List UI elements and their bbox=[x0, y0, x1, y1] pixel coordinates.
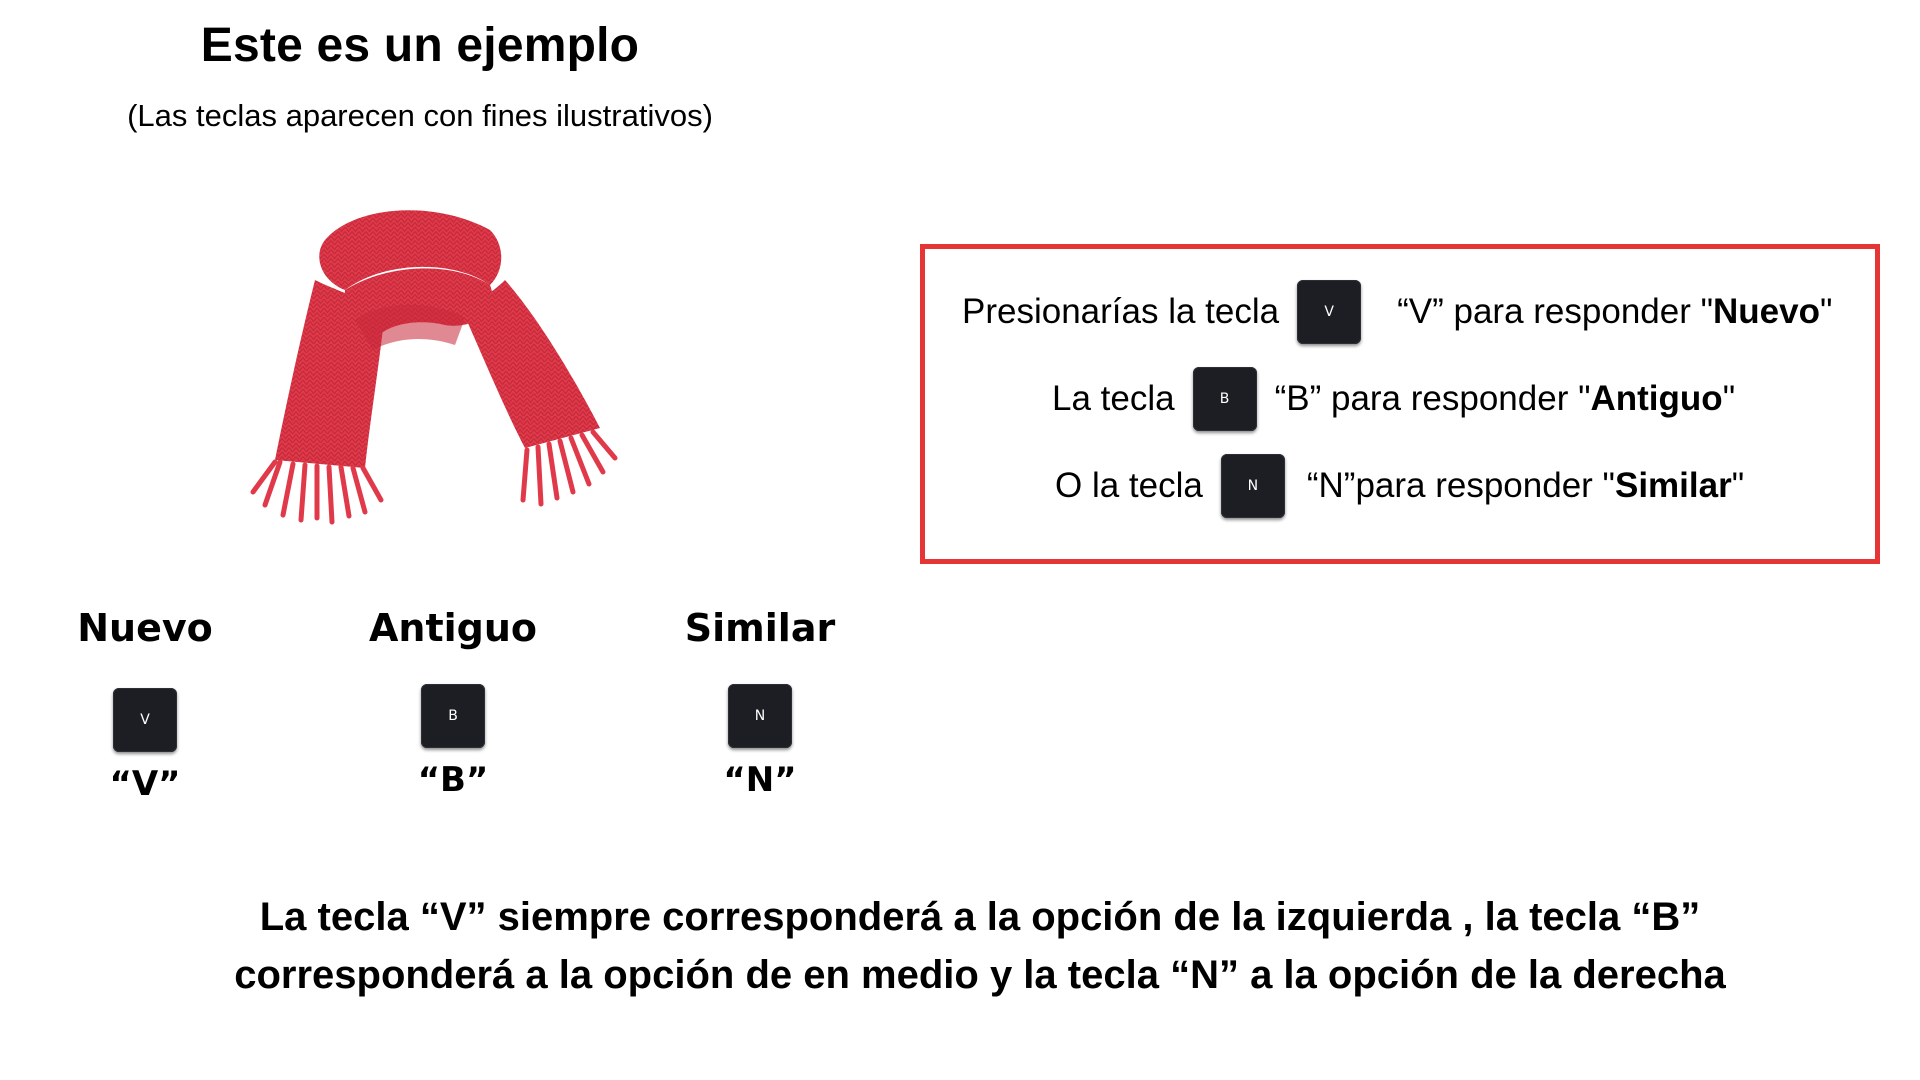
footer-explanation: La tecla “V” siempre corresponderá a la … bbox=[160, 888, 1800, 1004]
answer-label: Antiguo bbox=[1590, 379, 1723, 418]
footer-line: La tecla “V” siempre corresponderá a la … bbox=[259, 895, 1701, 939]
key-v-icon: V bbox=[1297, 280, 1362, 344]
instruction-text: “V” para responder " bbox=[1397, 292, 1714, 331]
instruction-text: “N”para responder " bbox=[1306, 466, 1615, 505]
footer-line: corresponderá a la opción de en medio y … bbox=[234, 953, 1726, 997]
instruction-text: " bbox=[1722, 379, 1736, 418]
key-n-icon: N bbox=[728, 684, 792, 748]
instruction-text: " bbox=[1731, 466, 1745, 505]
key-n-icon: N bbox=[1220, 454, 1285, 518]
instruction-text: Presionarías la tecla bbox=[962, 292, 1280, 331]
red-scarf-image bbox=[250, 210, 618, 525]
option-key-quote: “B” bbox=[417, 760, 489, 800]
instruction-text: " bbox=[1819, 292, 1833, 331]
option-nuevo: Nuevo V “V” bbox=[25, 606, 265, 804]
option-similar: Similar N “N” bbox=[640, 606, 880, 800]
instruction-text: La tecla bbox=[1052, 379, 1175, 418]
option-key-quote: “V” bbox=[109, 764, 181, 804]
option-label: Antiguo bbox=[368, 606, 537, 650]
option-key-quote: “N” bbox=[723, 760, 797, 800]
key-b-icon: B bbox=[1192, 367, 1257, 431]
instruction-text: “B” para responder " bbox=[1274, 379, 1591, 418]
answer-label: Similar bbox=[1614, 466, 1732, 505]
instruction-text: O la tecla bbox=[1055, 466, 1203, 505]
answer-label: Nuevo bbox=[1713, 292, 1820, 331]
page-title: Este es un ejemplo bbox=[200, 19, 640, 72]
instruction-row-b: La tecla B “B” para responder " Antiguo " bbox=[1052, 367, 1735, 431]
instruction-row-n: O la tecla N “N”para responder " Similar " bbox=[1055, 454, 1744, 518]
instruction-row-v: Presionarías la tecla V “V” para respond… bbox=[962, 280, 1832, 344]
key-b-icon: B bbox=[421, 684, 485, 748]
option-label: Similar bbox=[684, 606, 836, 650]
page-subtitle: (Las teclas aparecen con fines ilustrati… bbox=[127, 98, 713, 133]
key-v-icon: V bbox=[113, 688, 177, 752]
option-label: Nuevo bbox=[77, 606, 213, 650]
option-antiguo: Antiguo B “B” bbox=[333, 606, 573, 800]
